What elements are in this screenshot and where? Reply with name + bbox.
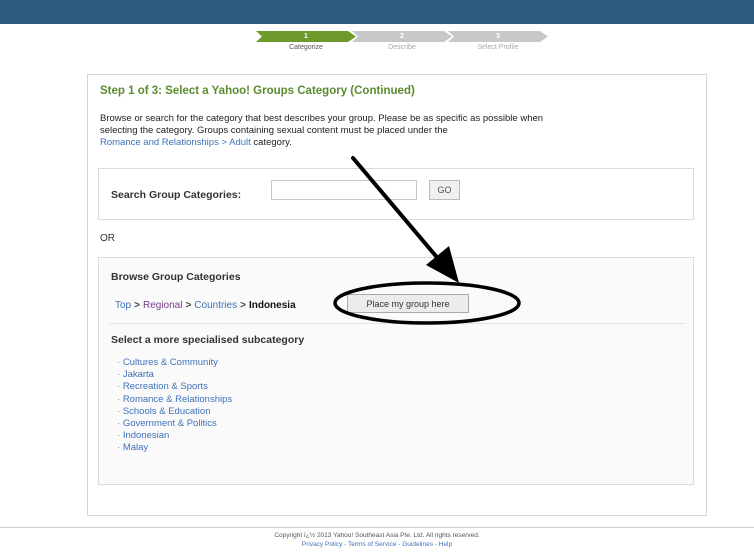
subcategory-item: · Cultures & Community bbox=[117, 357, 218, 368]
top-header-bar bbox=[0, 0, 754, 24]
step-number: 2 bbox=[400, 33, 404, 40]
subcategory-title: Select a more specialised subcategory bbox=[111, 334, 305, 346]
intro-tail: category. bbox=[250, 137, 292, 148]
breadcrumb-separator: > bbox=[185, 300, 192, 311]
step-label: Categorize bbox=[289, 44, 323, 51]
browse-section: Browse Group Categories Top > Regional > Cou… bbox=[98, 257, 694, 485]
subcategory-item: · Malay bbox=[117, 442, 149, 454]
footer-links: Privacy Policy - Terms of Service - Guid… bbox=[0, 541, 754, 548]
adult-category-link[interactable]: Romance and Relationships > Adult bbox=[100, 137, 251, 148]
breadcrumb-current: Indonesia bbox=[248, 300, 296, 311]
search-input[interactable] bbox=[271, 180, 417, 200]
subcategory-item: · Government & Politics bbox=[117, 418, 217, 430]
footer-divider bbox=[0, 527, 754, 528]
breadcrumb-countries[interactable]: Countries bbox=[194, 300, 237, 311]
breadcrumb-separator: > bbox=[134, 300, 140, 311]
panel-title: Step 1 of 3: Select a Yahoo! Groups Cate… bbox=[100, 85, 415, 97]
subcategory-item: · Romance & Relationships bbox=[117, 393, 233, 405]
step-number: 3 bbox=[496, 33, 500, 40]
browse-title: Browse Group Categories bbox=[111, 271, 241, 283]
step-3-select-profile: 3 Select Profile bbox=[448, 31, 548, 65]
terms-of-service-link[interactable]: Terms of Service bbox=[348, 541, 396, 548]
subcategory-item: · Schools & Education bbox=[117, 405, 211, 417]
subcategory-link[interactable]: Romance & Relationships bbox=[123, 394, 232, 405]
subcategory-link[interactable]: Schools & Education bbox=[123, 406, 211, 417]
breadcrumb-regional[interactable]: Regional bbox=[143, 300, 182, 311]
subcategory-item: · Recreation & Sports bbox=[117, 381, 208, 393]
search-section: Search Group Categories: GO bbox=[98, 168, 694, 220]
footer-separator: - bbox=[398, 541, 401, 548]
help-link[interactable]: Help bbox=[439, 541, 452, 548]
subcategory-link[interactable]: Cultures & Community bbox=[123, 357, 218, 368]
intro-line-2: selecting the category. Groups containin… bbox=[100, 125, 448, 136]
breadcrumb: Top > Regional > Countries > Indonesia bbox=[115, 300, 296, 311]
subcategory-link[interactable]: Malay bbox=[123, 442, 148, 453]
breadcrumb-top[interactable]: Top bbox=[115, 300, 131, 311]
subcategory-link[interactable]: Indonesian bbox=[123, 430, 169, 441]
copyright-text: Copyright ï¿½ 2013 Yahoo! Southeast Asia… bbox=[274, 532, 480, 539]
subcategory-list: · Cultures & Community · Jakarta · Recre… bbox=[117, 357, 232, 455]
or-label: OR bbox=[100, 233, 115, 244]
step-label: Select Profile bbox=[477, 44, 519, 51]
privacy-policy-link[interactable]: Privacy Policy bbox=[302, 541, 342, 548]
subcategory-item: · Jakarta bbox=[117, 369, 154, 381]
place-my-group-button[interactable]: Place my group here bbox=[347, 294, 469, 313]
step-label: Describe bbox=[388, 44, 416, 51]
step-1-categorize: 1 Categorize bbox=[256, 31, 356, 65]
guidelines-link[interactable]: Guidelines bbox=[402, 541, 433, 548]
step-number: 1 bbox=[304, 33, 308, 40]
footer-separator: - bbox=[344, 541, 347, 548]
intro-text: Browse or search for the category that b… bbox=[100, 113, 690, 149]
category-panel: Step 1 of 3: Select a Yahoo! Groups Cate… bbox=[87, 74, 707, 516]
breadcrumb-separator: > bbox=[240, 300, 246, 311]
search-label: Search Group Categories: bbox=[111, 189, 242, 201]
step-2-describe: 2 Describe bbox=[352, 31, 452, 65]
footer-separator: - bbox=[434, 541, 437, 548]
subcategory-link[interactable]: Jakarta bbox=[123, 369, 154, 380]
subcategory-link[interactable]: Recreation & Sports bbox=[123, 381, 208, 392]
divider bbox=[109, 323, 685, 324]
subcategory-link[interactable]: Government & Politics bbox=[123, 418, 217, 429]
progress-steps: 1 Categorize 2 Describe 3 Select Profile bbox=[0, 31, 754, 65]
intro-line-1: Browse or search for the category that b… bbox=[100, 113, 544, 124]
subcategory-item: · Indonesian bbox=[117, 430, 170, 442]
go-button[interactable]: GO bbox=[429, 180, 460, 200]
